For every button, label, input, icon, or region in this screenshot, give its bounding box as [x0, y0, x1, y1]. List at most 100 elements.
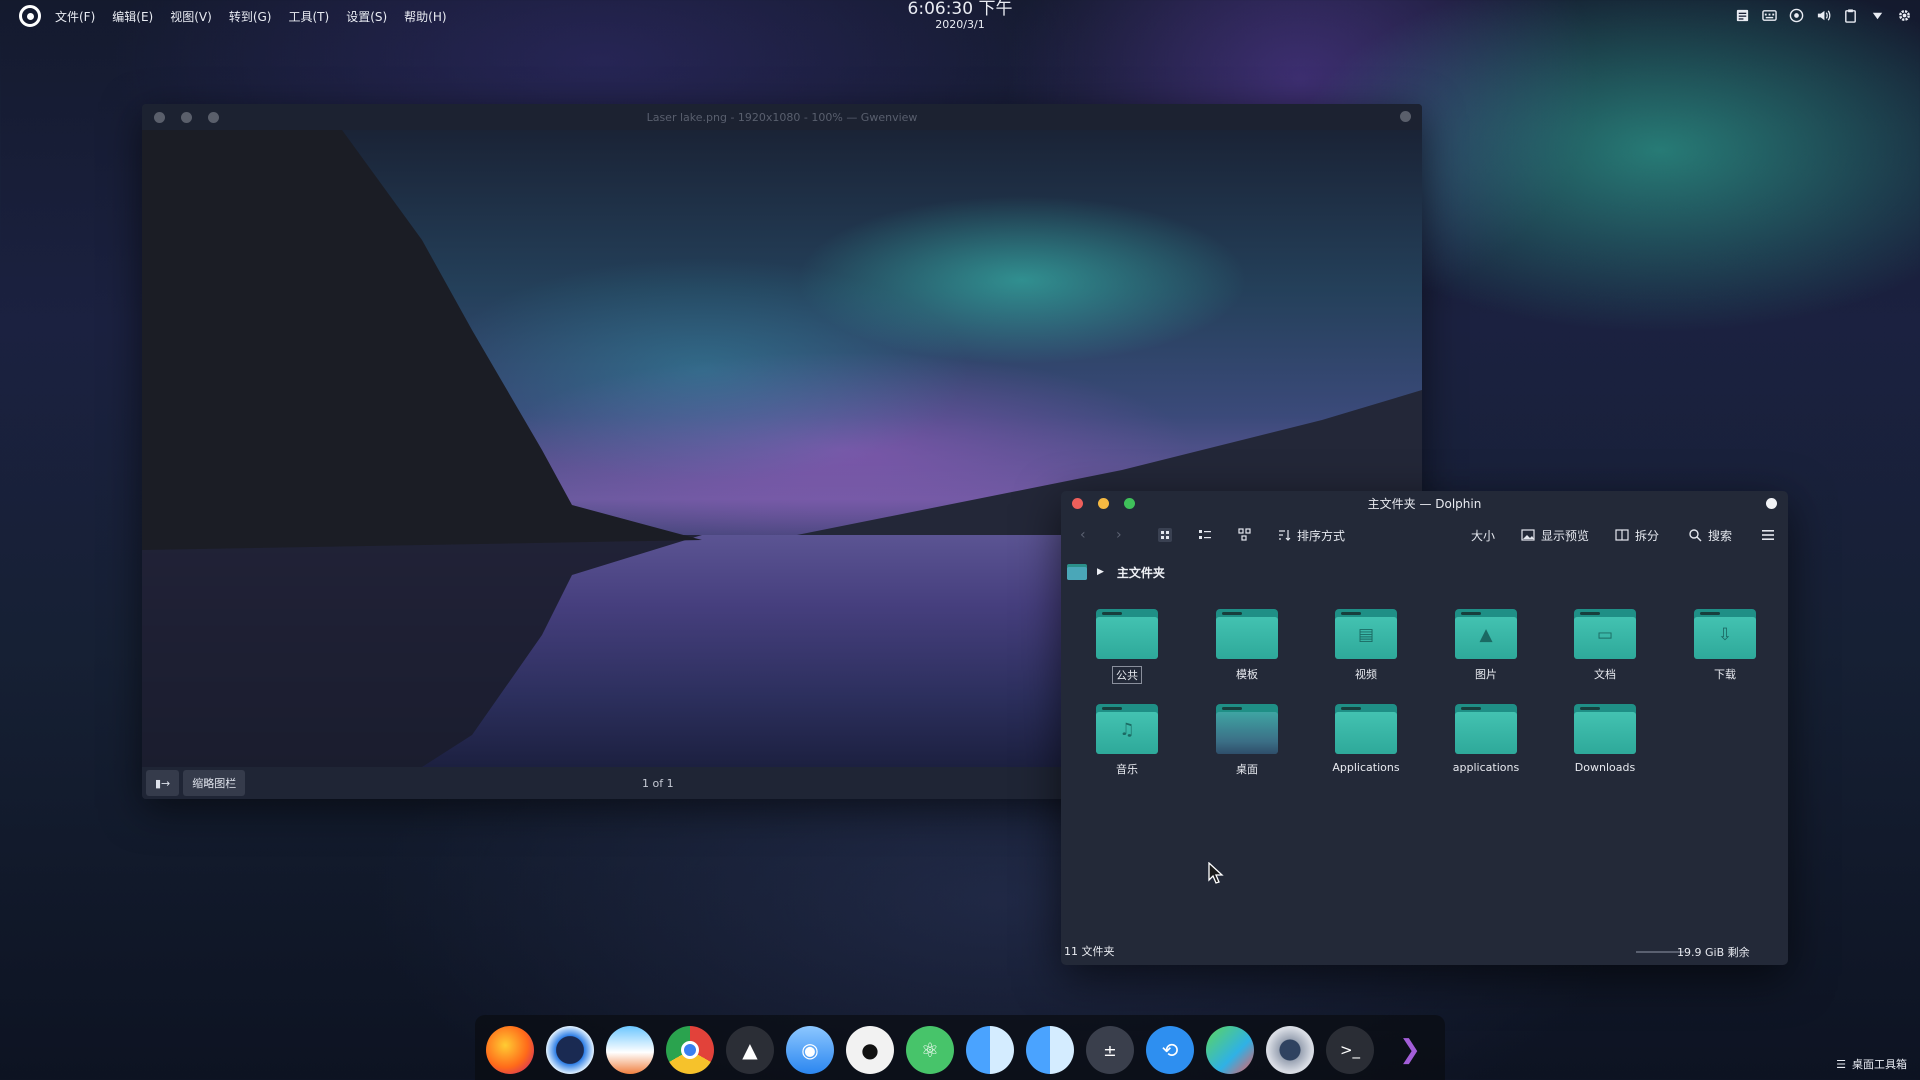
keyboard-icon[interactable]	[1762, 8, 1777, 23]
folder-desktop[interactable]: 桌面	[1202, 704, 1292, 777]
safari-browser-icon[interactable]	[546, 1026, 594, 1074]
breadcrumb-home[interactable]: 主文件夹	[1117, 564, 1165, 581]
thumbnail-bar-button[interactable]: 缩略图栏	[183, 770, 246, 796]
dolphin-window: 主文件夹 — Dolphin ‹ › 排序方式 大小 显示预览 拆分 搜索 ▶ …	[1061, 491, 1788, 965]
folder-name: 下载	[1714, 668, 1736, 681]
folder-applications-upper[interactable]: Applications	[1321, 704, 1411, 774]
split-label: 拆分	[1635, 528, 1660, 543]
dolphin-statusbar: 11 文件夹 19.9 GiB 剩余	[1061, 937, 1788, 965]
dolphin-close-button[interactable]	[1072, 498, 1083, 509]
firefox-icon[interactable]	[486, 1026, 534, 1074]
desktop-toolbox[interactable]: ☰ 桌面工具箱	[1836, 1056, 1907, 1072]
network-icon[interactable]	[1789, 8, 1804, 23]
terminal-icon[interactable]: >_	[1326, 1026, 1374, 1074]
atom-icon[interactable]: ⚛	[906, 1026, 954, 1074]
sort-icon	[1279, 530, 1291, 541]
folder-music[interactable]: ♫ 音乐	[1082, 704, 1172, 777]
chrome-icon[interactable]	[666, 1026, 714, 1074]
picture-icon: ▲	[1479, 625, 1493, 645]
gwenview-close-button[interactable]	[154, 111, 165, 123]
volume-icon[interactable]	[1816, 8, 1831, 23]
disk-utility-icon[interactable]	[1266, 1026, 1314, 1074]
menu-edit[interactable]: 编辑(E)	[112, 8, 153, 25]
film-icon: ▤	[1357, 625, 1375, 645]
dock: ▲ ◉ ● ⚛ ± ⟲ >_ ❯	[475, 1015, 1445, 1080]
show-preview-button[interactable]: 显示预览	[1521, 527, 1589, 544]
clock-date: 2020/3/1	[935, 18, 985, 31]
folder-name: 模板	[1236, 668, 1258, 681]
expand-arrow-icon[interactable]	[1870, 8, 1885, 23]
home-folder-icon[interactable]	[1067, 564, 1087, 580]
split-button[interactable]: 拆分	[1615, 527, 1659, 544]
menu-help[interactable]: 帮助(H)	[404, 8, 446, 25]
details-view-icon[interactable]	[1238, 528, 1252, 542]
folder-name: 图片	[1475, 668, 1497, 681]
wallpaper-app-icon[interactable]	[606, 1026, 654, 1074]
icons-view-icon[interactable]	[1158, 528, 1172, 542]
top-panel: 文件(F) 编辑(E) 视图(V) 转到(G) 工具(T) 设置(S) 帮助(H…	[0, 0, 1920, 32]
dolphin-pin-button[interactable]	[1766, 498, 1777, 509]
folder-pictures[interactable]: ▲ 图片	[1441, 609, 1531, 682]
menu-tools[interactable]: 工具(T)	[288, 8, 329, 25]
maps-app-icon[interactable]	[1206, 1026, 1254, 1074]
zoom-size-button[interactable]: 大小	[1471, 527, 1495, 544]
dolphin-maximize-button[interactable]	[1124, 498, 1135, 509]
toolbox-menu-icon: ☰	[1836, 1057, 1846, 1071]
search-button[interactable]: 搜索	[1688, 527, 1732, 544]
folder-name: Downloads	[1574, 761, 1636, 774]
dolphin-title: 主文件夹 — Dolphin	[1367, 497, 1482, 511]
dolphin-titlebar[interactable]: 主文件夹 — Dolphin	[1061, 491, 1788, 516]
menu-view[interactable]: 视图(V)	[170, 8, 212, 25]
sort-label: 排序方式	[1297, 528, 1346, 543]
back-icon[interactable]: ‹	[1080, 527, 1086, 543]
visual-studio-icon[interactable]: ❯	[1386, 1026, 1434, 1074]
settings-icon[interactable]	[1897, 8, 1912, 23]
menu-go[interactable]: 转到(G)	[229, 8, 272, 25]
gwenview-titlebar[interactable]: Laser lake.png - 1920x1080 - 100% — Gwen…	[142, 104, 1422, 130]
folder-name: 文档	[1594, 668, 1616, 681]
inkscape-icon[interactable]: ▲	[726, 1026, 774, 1074]
finder-2-icon[interactable]	[1026, 1026, 1074, 1074]
folder-public[interactable]: 公共	[1082, 609, 1172, 684]
free-space-label: 19.9 GiB 剩余	[1677, 946, 1750, 959]
download-icon: ⇩	[1717, 625, 1733, 645]
gwenview-maximize-button[interactable]	[208, 111, 219, 123]
menu-file[interactable]: 文件(F)	[55, 8, 95, 25]
launcher-logo-icon[interactable]	[19, 5, 41, 27]
search-label: 搜索	[1708, 528, 1733, 543]
menu-settings[interactable]: 设置(S)	[346, 8, 387, 25]
sync-app-icon[interactable]: ⟲	[1146, 1026, 1194, 1074]
folder-templates[interactable]: 模板	[1202, 609, 1292, 682]
compact-view-icon[interactable]	[1198, 528, 1212, 542]
sort-button[interactable]: 排序方式	[1277, 527, 1345, 544]
folder-name: 公共	[1112, 666, 1142, 684]
hamburger-menu-icon[interactable]	[1761, 528, 1775, 542]
clock[interactable]: 6:06:30 下午 2020/3/1	[908, 1, 1013, 31]
finder-icon[interactable]	[966, 1026, 1014, 1074]
forward-icon[interactable]: ›	[1116, 527, 1122, 543]
github-icon[interactable]: ●	[846, 1026, 894, 1074]
notes-icon[interactable]	[1735, 8, 1750, 23]
toggle-sidebar-button[interactable]: ▮→	[146, 770, 180, 796]
global-menu: 文件(F) 编辑(E) 视图(V) 转到(G) 工具(T) 设置(S) 帮助(H…	[55, 8, 464, 25]
folder-applications-lower[interactable]: applications	[1441, 704, 1531, 774]
gwenview-pin-button[interactable]	[1400, 111, 1411, 122]
qq-icon[interactable]: ◉	[786, 1026, 834, 1074]
calculator-icon[interactable]: ±	[1086, 1026, 1134, 1074]
folder-name: Applications	[1332, 761, 1400, 774]
document-icon: ▭	[1596, 625, 1614, 645]
image-mountain	[142, 130, 702, 550]
clipboard-icon[interactable]	[1843, 8, 1858, 23]
folder-count: 11 文件夹	[1064, 945, 1115, 958]
folder-videos[interactable]: ▤ 视频	[1321, 609, 1411, 682]
gwenview-minimize-button[interactable]	[181, 111, 192, 123]
mouse-cursor-icon	[1208, 862, 1224, 884]
breadcrumb: ▶ 主文件夹	[1061, 554, 1788, 590]
split-icon	[1615, 529, 1629, 541]
page-counter: 1 of 1	[642, 776, 674, 790]
folder-downloads[interactable]: Downloads	[1560, 704, 1650, 774]
dolphin-minimize-button[interactable]	[1098, 498, 1109, 509]
preview-label: 显示预览	[1541, 528, 1590, 543]
folder-documents[interactable]: ▭ 文档	[1560, 609, 1650, 682]
folder-downloads-cn[interactable]: ⇩ 下载	[1680, 609, 1770, 682]
